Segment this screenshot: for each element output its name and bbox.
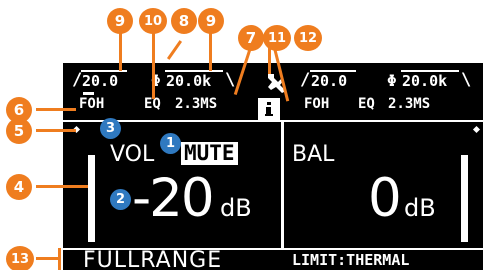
callout-11: 11: [263, 25, 291, 51]
leader-8: [166, 40, 183, 60]
annotated-display-figure: / 20.0 Φ 20.0k \ FOH EQ 2.3MS / 20.0 Φ 2…: [0, 0, 483, 270]
callout-2: 2: [110, 189, 131, 210]
callout-8: 8: [171, 8, 197, 34]
filter-type-label: FOH: [79, 96, 105, 112]
center-separator: [281, 122, 284, 248]
volume-level-bar: [88, 155, 95, 242]
volume-label: VOL: [110, 142, 155, 167]
mute-badge[interactable]: MUTE: [181, 142, 238, 165]
leader-13: [36, 257, 58, 260]
leader-5: [36, 129, 76, 132]
balance-label: BAL: [292, 142, 335, 167]
callout-9b: 9: [198, 8, 224, 34]
hpf-slope: /: [72, 70, 83, 90]
volume-unit: dB: [220, 194, 252, 222]
callout-7: 7: [238, 25, 264, 51]
hpf-frequency: 20.0: [82, 72, 119, 90]
delay-value-b: 2.3MS: [388, 96, 431, 112]
callout-1: 1: [160, 133, 181, 154]
callout-9a: 9: [107, 8, 133, 34]
callout-10: 10: [139, 8, 167, 34]
top-separator: [63, 120, 483, 122]
lpf-frequency-b: 20.0k: [402, 72, 448, 90]
callout-3: 3: [100, 118, 121, 139]
mode-label: FULLRANGE: [83, 248, 223, 270]
leader-6: [36, 108, 76, 111]
eq-label-b: EQ: [358, 96, 375, 112]
callout-4: 4: [6, 174, 32, 200]
wrench-icon: [256, 70, 294, 95]
info-icon: [258, 98, 280, 120]
hpf-bar-b: [310, 70, 356, 72]
lpf-slope: \: [225, 70, 236, 90]
lpf-bar-b: [401, 70, 459, 72]
callout-13: 13: [6, 246, 34, 270]
limit-status: LIMIT:THERMAL: [292, 251, 410, 269]
leader-10: [152, 27, 155, 99]
volume-value: -20: [132, 168, 215, 229]
callout-5: 5: [6, 118, 32, 144]
info-icon-box[interactable]: [258, 98, 280, 120]
balance-value: 0: [368, 168, 402, 229]
lpf-frequency: 20.0k: [166, 72, 212, 90]
leader-4: [36, 185, 88, 188]
balance-unit: dB: [404, 194, 436, 222]
hpf-slope-b: /: [300, 70, 311, 90]
setup-icon-box[interactable]: [256, 70, 294, 95]
eq-label: EQ: [144, 96, 161, 112]
phase-symbol-b: Φ: [387, 71, 397, 90]
lpf-bar: [165, 70, 223, 72]
leader-13-bracket: [58, 248, 61, 270]
balance-level-bar: [461, 155, 468, 242]
hpf-slope-line: [83, 92, 94, 95]
delay-value: 2.3MS: [175, 96, 218, 112]
callout-12: 12: [294, 25, 322, 51]
hpf-frequency-b: 20.0: [311, 72, 348, 90]
filter-type-label-b: FOH: [304, 96, 330, 112]
lpf-slope-b: \: [461, 70, 472, 90]
